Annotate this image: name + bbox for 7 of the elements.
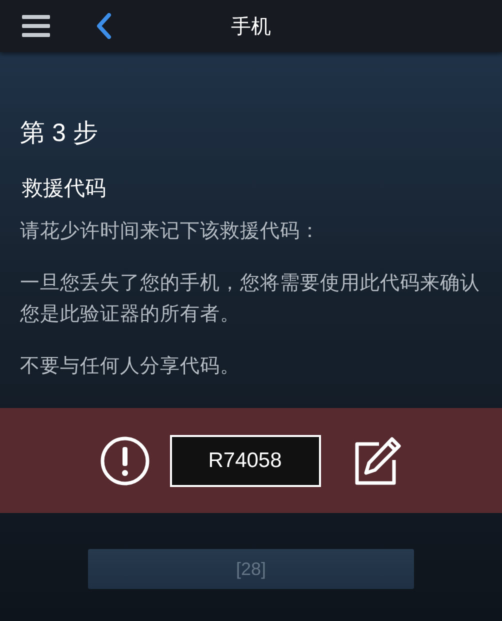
section-title: 救援代码 [22, 176, 107, 202]
instruction-text: 不要与任何人分享代码。 [20, 354, 241, 379]
instruction-text: 一旦您丢失了您的手机，您将需要使用此代码来确认您是此验证器的所有者。 [20, 271, 481, 327]
instruction-text: 请花少许时间来记下该救援代码： [20, 219, 321, 244]
step-title: 第 3 步 [20, 118, 99, 148]
recovery-code: R74058 [170, 434, 320, 486]
window-title: 手机 [230, 14, 272, 40]
